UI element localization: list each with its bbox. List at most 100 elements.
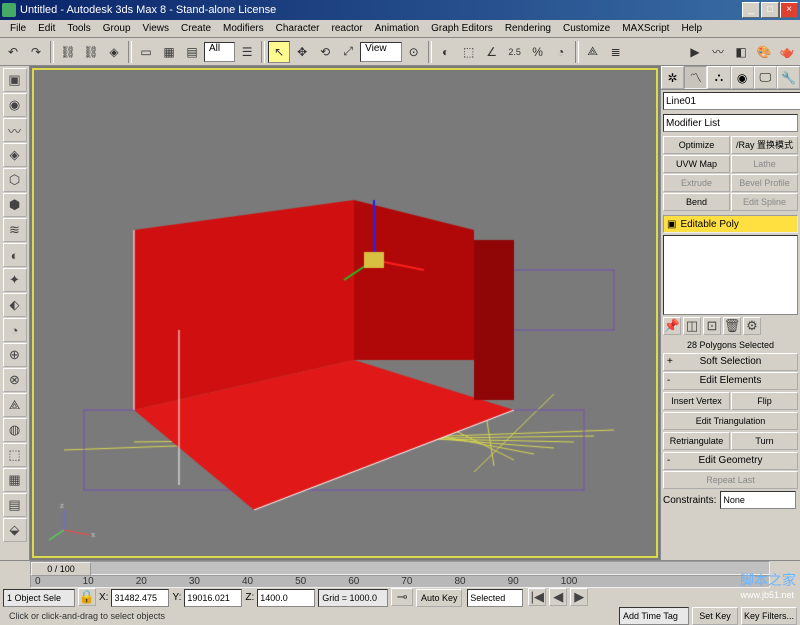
select-button[interactable]: ▭ [135, 41, 157, 63]
select-name-button[interactable]: ☰ [236, 41, 258, 63]
redo-button[interactable]: ↷ [25, 41, 47, 63]
percent-snap-button[interactable]: 2.5 [504, 41, 526, 63]
constraints-combo[interactable]: None [720, 491, 796, 509]
menu-rendering[interactable]: Rendering [499, 23, 557, 34]
left-tool-6[interactable]: ⬢ [3, 193, 27, 217]
minimize-button[interactable]: _ [742, 2, 760, 18]
render-scene-button[interactable]: 🫖 [776, 41, 798, 63]
menu-animation[interactable]: Animation [369, 23, 425, 34]
menu-tools[interactable]: Tools [61, 23, 96, 34]
select-filter-button[interactable]: ▤ [181, 41, 203, 63]
align-button[interactable]: ≣ [605, 41, 627, 63]
display-tab[interactable]: 🖵 [754, 66, 777, 89]
remove-mod-button[interactable]: 🗑 [723, 317, 741, 335]
left-tool-1[interactable]: ▣ [3, 68, 27, 92]
bind-button[interactable]: ◈ [103, 41, 125, 63]
left-tool-11[interactable]: ◔ [3, 318, 27, 342]
select-scale-button[interactable]: ⤢ [337, 41, 359, 63]
link-button[interactable]: ⛓ [57, 41, 79, 63]
left-tool-15[interactable]: ◍ [3, 418, 27, 442]
retriangulate-button[interactable]: Retriangulate [663, 432, 730, 450]
schematic-button[interactable]: ◧ [730, 41, 752, 63]
lathe-button[interactable]: Lathe [731, 155, 798, 173]
pin-stack-button[interactable]: 📌 [663, 317, 681, 335]
menu-edit[interactable]: Edit [32, 23, 61, 34]
layer-button[interactable]: ▶ [684, 41, 706, 63]
setkey-button[interactable]: Set Key [692, 607, 738, 625]
left-tool-19[interactable]: ⬙ [3, 518, 27, 542]
menu-file[interactable]: File [4, 23, 32, 34]
utilities-tab[interactable]: 🔧 [777, 66, 800, 89]
edit-elements-rollout[interactable]: -Edit Elements [663, 372, 798, 390]
menu-character[interactable]: Character [270, 23, 326, 34]
left-tool-17[interactable]: ▦ [3, 468, 27, 492]
left-tool-16[interactable]: ⬚ [3, 443, 27, 467]
vray-displace-button[interactable]: /Ray 置换模式 [731, 136, 798, 154]
insert-vertex-button[interactable]: Insert Vertex [663, 392, 730, 410]
menu-maxscript[interactable]: MAXScript [616, 23, 675, 34]
time-ruler[interactable]: 0102030405060708090100 [30, 575, 770, 588]
select-rotate-button[interactable]: ⟲ [314, 41, 336, 63]
menu-modifiers[interactable]: Modifiers [217, 23, 270, 34]
left-tool-12[interactable]: ⊕ [3, 343, 27, 367]
play-button[interactable]: ▶ [570, 588, 588, 606]
uvwmap-button[interactable]: UVW Map [663, 155, 730, 173]
left-tool-10[interactable]: ⬖ [3, 293, 27, 317]
prev-frame-button[interactable]: ◀ [549, 588, 567, 606]
select-object-button[interactable]: ↖ [268, 41, 290, 63]
left-tool-2[interactable]: ◉ [3, 93, 27, 117]
select-move-button[interactable]: ✥ [291, 41, 313, 63]
edit-spline-button[interactable]: Edit Spline [731, 193, 798, 211]
close-button[interactable]: × [780, 2, 798, 18]
spinner-snap-button[interactable]: % [527, 41, 549, 63]
named-sel-button[interactable]: ◔ [550, 41, 572, 63]
lock-selection-button[interactable]: 🔒 [78, 588, 96, 606]
modify-tab[interactable]: 〽 [684, 66, 707, 89]
key-filters-button[interactable]: Key Filters... [741, 607, 797, 625]
edit-tri-button[interactable]: Edit Triangulation [663, 412, 798, 430]
menu-customize[interactable]: Customize [557, 23, 616, 34]
flip-button[interactable]: Flip [731, 392, 798, 410]
menu-group[interactable]: Group [97, 23, 137, 34]
maximize-button[interactable]: □ [761, 2, 779, 18]
left-tool-4[interactable]: ◈ [3, 143, 27, 167]
unique-button[interactable]: ⊡ [703, 317, 721, 335]
add-time-tag[interactable]: Add Time Tag [619, 607, 689, 625]
left-tool-13[interactable]: ⊗ [3, 368, 27, 392]
object-name-field[interactable] [663, 92, 800, 110]
select-rect-button[interactable]: ▦ [158, 41, 180, 63]
left-tool-9[interactable]: ✦ [3, 268, 27, 292]
menu-create[interactable]: Create [175, 23, 217, 34]
manipulate-button[interactable]: ◐ [435, 41, 457, 63]
turn-button[interactable]: Turn [731, 432, 798, 450]
menu-help[interactable]: Help [675, 23, 708, 34]
show-end-button[interactable]: ◫ [683, 317, 701, 335]
create-tab[interactable]: ✲ [661, 66, 684, 89]
config-button[interactable]: ⚙ [743, 317, 761, 335]
modifier-list-combo[interactable]: Modifier List [663, 114, 798, 132]
repeat-last-button[interactable]: Repeat Last [663, 471, 798, 489]
menu-reactor[interactable]: reactor [326, 23, 369, 34]
unlink-button[interactable]: ⛓ [80, 41, 102, 63]
bend-button[interactable]: Bend [663, 193, 730, 211]
left-tool-5[interactable]: ⬡ [3, 168, 27, 192]
mirror-button[interactable]: ⟁ [582, 41, 604, 63]
ref-coord-combo[interactable]: View [360, 42, 402, 62]
angle-snap-button[interactable]: ∠ [481, 41, 503, 63]
curve-editor-button[interactable]: 〰 [707, 41, 729, 63]
hierarchy-tab[interactable]: ⛬ [707, 66, 730, 89]
optimize-button[interactable]: Optimize [663, 136, 730, 154]
key-mode-button[interactable]: ⊸ [391, 588, 413, 606]
menu-grapheditors[interactable]: Graph Editors [425, 23, 499, 34]
extrude-button[interactable]: Extrude [663, 174, 730, 192]
selection-filter-combo[interactable]: All [204, 42, 235, 62]
menu-views[interactable]: Views [137, 23, 176, 34]
material-editor-button[interactable]: 🎨 [753, 41, 775, 63]
motion-tab[interactable]: ◉ [731, 66, 754, 89]
left-tool-8[interactable]: ◐ [3, 243, 27, 267]
edit-geometry-rollout[interactable]: -Edit Geometry [663, 452, 798, 470]
keymode-combo[interactable]: Selected [467, 589, 523, 607]
modifier-stack-item[interactable]: ▣ Editable Poly [663, 215, 798, 233]
left-tool-14[interactable]: ⟁ [3, 393, 27, 417]
z-coord-field[interactable]: 1400.0 [257, 589, 315, 607]
